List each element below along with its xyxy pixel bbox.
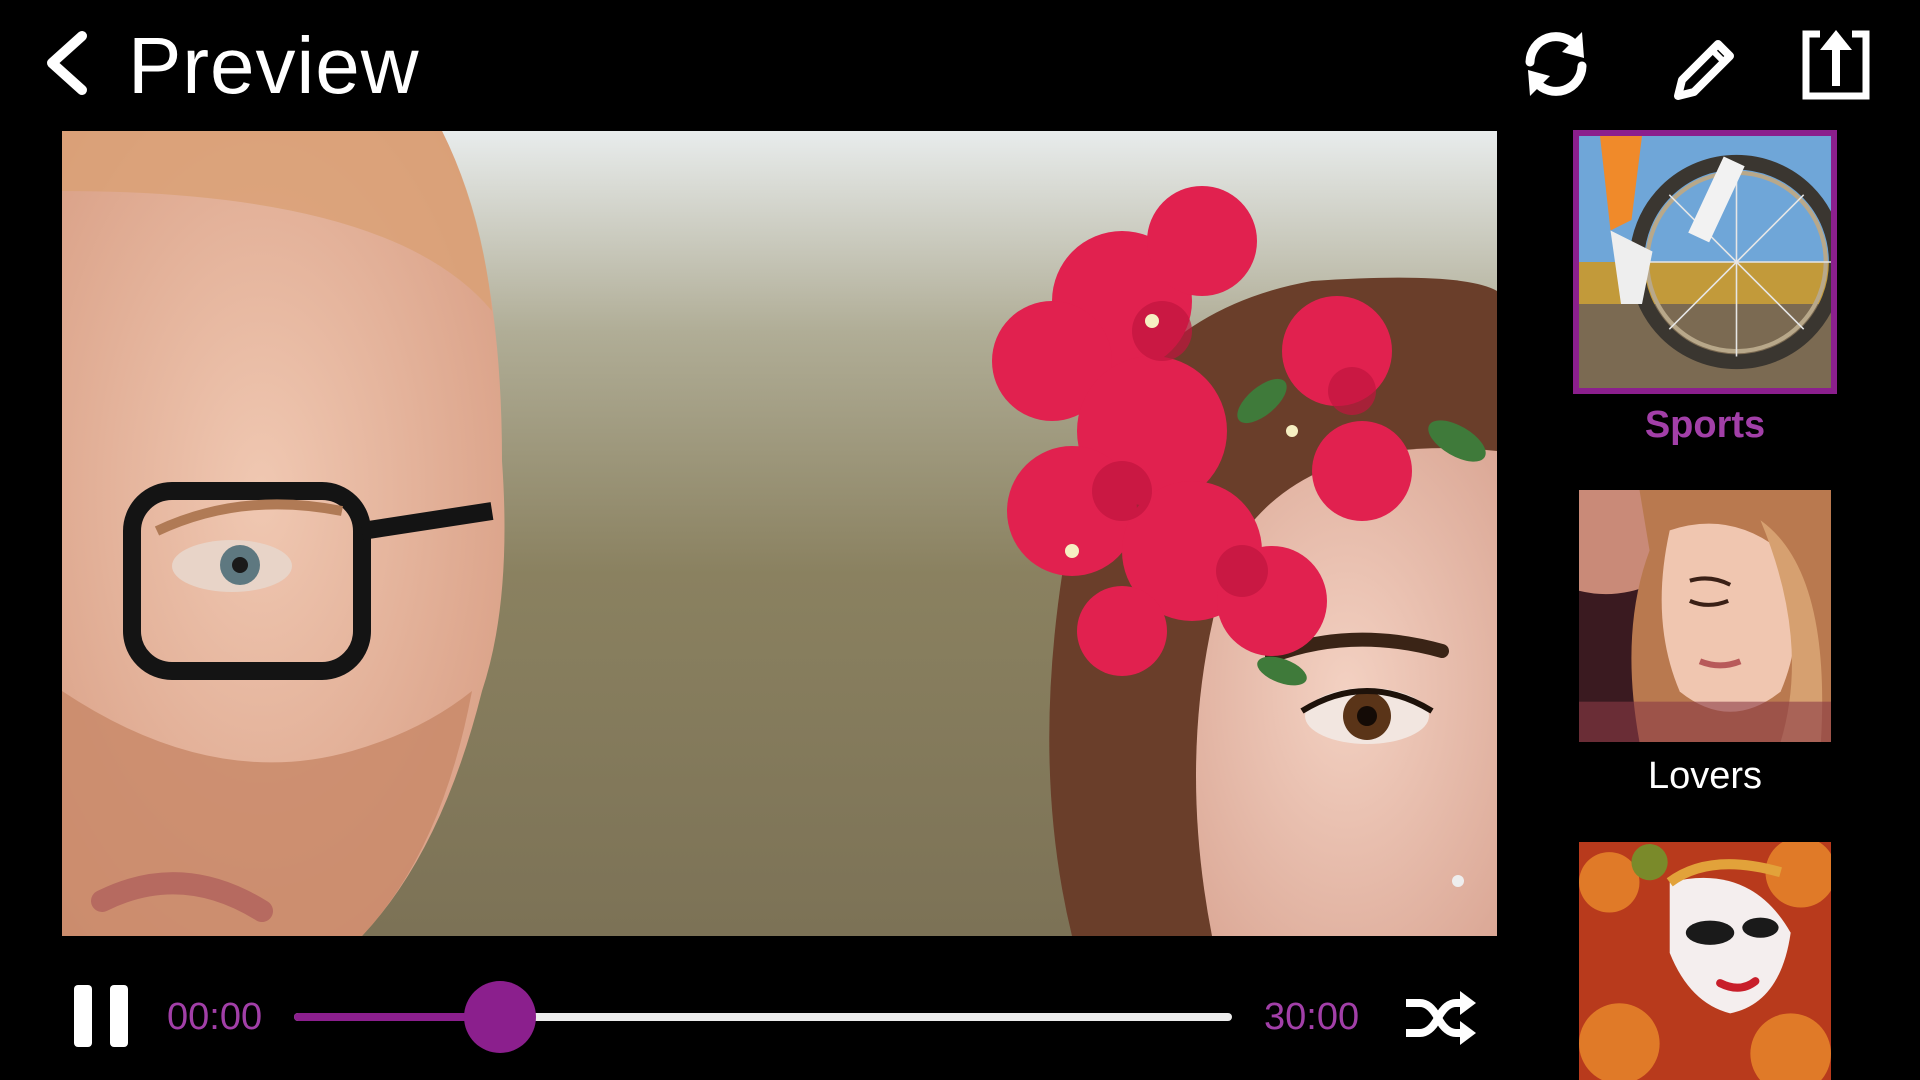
pause-button[interactable] xyxy=(72,985,132,1047)
refresh-button[interactable] xyxy=(1516,24,1596,104)
share-upload-icon xyxy=(1802,30,1870,100)
pencil-icon xyxy=(1674,40,1734,100)
refresh-icon xyxy=(1525,32,1587,96)
chevron-left-icon xyxy=(47,31,87,95)
bicycle-wheel-photo xyxy=(1579,136,1831,388)
seek-thumb[interactable] xyxy=(464,981,537,1053)
total-time: 30:00 xyxy=(1264,996,1360,1038)
theme-label: Sports xyxy=(1644,404,1766,446)
pause-icon-bar xyxy=(110,985,128,1047)
couple-photo-preview xyxy=(62,131,1497,936)
carnival-mask-photo xyxy=(1579,842,1831,1080)
top-bar: Preview xyxy=(0,0,1920,130)
page-title: Preview xyxy=(128,21,420,110)
shuffle-icon xyxy=(1406,991,1476,1045)
pause-icon xyxy=(74,985,92,1047)
preview-screen: Preview 00:00 30:00 Sports Lovers xyxy=(0,0,1920,1080)
couple-photo xyxy=(1579,490,1831,742)
video-preview[interactable] xyxy=(62,131,1497,936)
theme-label: Lovers xyxy=(1647,755,1763,797)
theme-thumbnail xyxy=(1579,490,1831,742)
seek-slider[interactable] xyxy=(294,981,1232,1053)
back-button[interactable] xyxy=(38,28,98,98)
shuffle-button[interactable] xyxy=(1402,987,1478,1049)
current-time: 00:00 xyxy=(167,996,263,1038)
edit-button[interactable] xyxy=(1666,24,1746,104)
theme-list: Sports Lovers xyxy=(1560,130,1920,1080)
share-button[interactable] xyxy=(1796,24,1876,104)
theme-thumbnail xyxy=(1573,130,1837,394)
theme-thumbnail xyxy=(1579,842,1831,1080)
